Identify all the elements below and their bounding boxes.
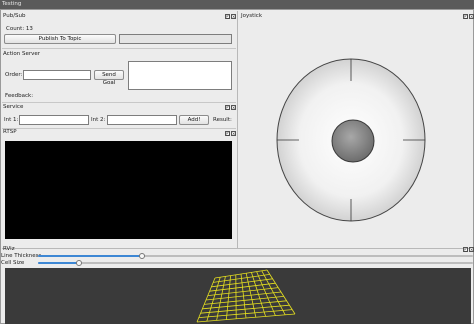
joystick-pad[interactable] [275,55,427,225]
joystick-title: Joystick [241,13,263,19]
service-title: Service [3,104,24,110]
pubsub-dock-buttons: ◰ × [225,14,236,19]
divider [2,102,236,103]
close-icon[interactable]: × [469,14,474,19]
int1-input[interactable] [19,115,89,125]
float-icon[interactable]: ◰ [225,14,230,19]
rviz-grid [196,269,296,323]
publish-to-topic-button[interactable]: Publish To Topic [4,34,116,44]
joystick-knob[interactable] [331,119,375,163]
rtsp-title: RTSP [3,129,17,135]
service-dock-buttons: ◰ × [225,105,236,110]
int2-label: Int 2: [91,117,106,123]
close-icon[interactable]: × [231,105,236,110]
feedback-label: Feedback: [5,93,34,99]
joystick-dock-buttons: ◰ × [463,14,474,19]
rviz-3d-view[interactable] [5,268,471,324]
result-label: Result: [213,117,232,123]
line-thickness-fill [38,255,143,257]
line-thickness-handle[interactable] [139,253,146,259]
dock-splitter[interactable] [237,11,238,248]
topic-output-field [119,34,232,44]
int2-input[interactable] [107,115,177,125]
rtsp-dock-buttons: ◰ × [225,131,236,136]
window-title: Testing [2,1,22,7]
float-icon[interactable]: ◰ [463,247,468,252]
window-titlebar: Testing [0,0,474,9]
send-goal-button[interactable]: Send Goal [94,70,124,86]
grid-line [251,272,266,317]
action-result-box [128,61,232,90]
cell-size-label: Cell Size [1,260,25,266]
divider [2,248,474,249]
pubsub-count: Count: 13 [6,26,33,32]
cell-size-handle[interactable] [76,260,83,266]
close-icon[interactable]: × [231,131,236,136]
rviz-dock-buttons: ◰ × [463,247,474,252]
main-frame: Pub/Sub ◰ × Count: 13 Publish To Topic A… [0,9,474,324]
int1-label: Int 1: [4,117,19,123]
rtsp-video-view [5,141,232,239]
pubsub-title: Pub/Sub [3,13,26,19]
order-label: Order: [5,72,23,78]
float-icon[interactable]: ◰ [225,131,230,136]
divider [2,48,236,49]
close-icon[interactable]: × [231,14,236,19]
action-server-title: Action Server [3,51,41,57]
cell-size-fill [38,262,80,264]
float-icon[interactable]: ◰ [225,105,230,110]
float-icon[interactable]: ◰ [463,14,468,19]
order-input[interactable] [23,70,91,80]
add-button[interactable]: Add! [179,115,209,125]
cell-size-track[interactable] [38,262,473,264]
close-icon[interactable]: × [469,247,474,252]
divider [2,128,236,129]
